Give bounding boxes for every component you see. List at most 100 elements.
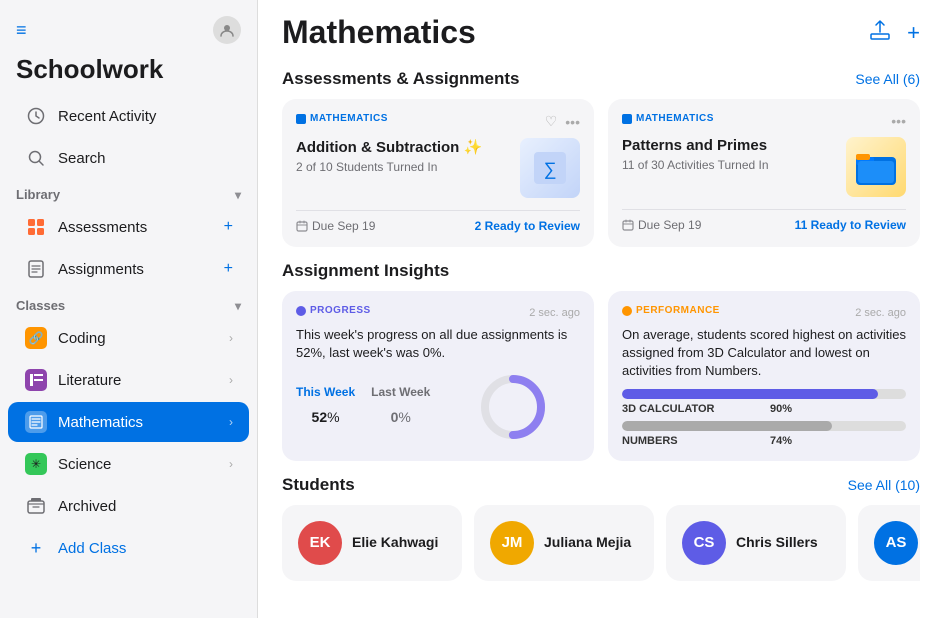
performance-text: On average, students scored highest on a…	[622, 326, 906, 381]
assignment-card-patterns[interactable]: MATHEMATICS ••• Patterns and Primes 11 o…	[608, 99, 920, 247]
science-icon: ✳	[24, 452, 48, 476]
add-assessment-button[interactable]: +	[224, 218, 233, 236]
card-info-2: Patterns and Primes 11 of 30 Activities …	[622, 137, 846, 172]
assessments-label: Assessments	[58, 219, 224, 236]
sidebar-item-recent-activity[interactable]: Recent Activity	[8, 96, 249, 136]
card-footer-1: Due Sep 19 2 Ready to Review	[296, 210, 580, 233]
progress-text: This week's progress on all due assignme…	[296, 326, 580, 362]
add-assignment-button[interactable]: +	[224, 260, 233, 278]
prog-pct-1: 90%	[770, 403, 800, 415]
card-subtitle-2: 11 of 30 Activities Turned In	[622, 158, 846, 172]
sidebar-item-coding[interactable]: 🔗 Coding ›	[8, 318, 249, 358]
this-week-stat: This Week 52%	[296, 385, 355, 429]
progress-time: 2 sec. ago	[529, 307, 580, 319]
main-content: Mathematics + Assessments & Assignments …	[258, 0, 944, 618]
progress-type-label: PROGRESS	[296, 305, 371, 316]
coding-icon: 🔗	[24, 326, 48, 350]
sidebar: ≡ Schoolwork Recent Activity Search Libr…	[0, 0, 258, 618]
performance-header: PERFORMANCE 2 sec. ago	[622, 305, 906, 320]
sidebar-item-archived[interactable]: Archived	[8, 486, 249, 526]
mathematics-icon	[24, 410, 48, 434]
assignments-see-all[interactable]: See All (6)	[855, 71, 920, 87]
card-title-1: Addition & Subtraction ✨	[296, 138, 520, 156]
more-icon[interactable]: •••	[565, 114, 580, 130]
card-footer-2: Due Sep 19 11 Ready to Review	[622, 209, 906, 232]
assignments-section-title: Assessments & Assignments	[282, 69, 519, 89]
student-card-jm[interactable]: JM Juliana Mejia	[474, 505, 654, 581]
library-section-header: Library ▾	[0, 179, 257, 206]
add-class-icon: +	[24, 536, 48, 560]
card-title-2: Patterns and Primes	[622, 137, 846, 154]
student-name-ek: Elie Kahwagi	[352, 534, 438, 551]
prog-bar-fill-1	[622, 389, 878, 399]
card-review-2[interactable]: 11 Ready to Review	[795, 218, 906, 232]
student-avatar-as: AS	[874, 521, 918, 565]
card-thumbnail-1: ∑	[520, 138, 580, 198]
sidebar-item-mathematics[interactable]: Mathematics ›	[8, 402, 249, 442]
sidebar-item-add-class[interactable]: + Add Class	[8, 528, 249, 568]
student-name-cs: Chris Sillers	[736, 534, 818, 551]
card-body-2: Patterns and Primes 11 of 30 Activities …	[622, 137, 906, 197]
page-title: Mathematics	[282, 14, 476, 51]
last-week-stat: Last Week 0%	[371, 385, 430, 429]
library-chevron-icon[interactable]: ▾	[235, 188, 241, 202]
card-subject-2: MATHEMATICS	[622, 113, 714, 124]
user-avatar-button[interactable]	[213, 16, 241, 44]
sidebar-toggle-icon[interactable]: ≡	[16, 20, 27, 41]
performance-bars: 3D CALCULATOR 90% NUMBERS 74%	[622, 389, 906, 447]
performance-time: 2 sec. ago	[855, 307, 906, 319]
prog-pct-2: 74%	[770, 435, 800, 447]
assignment-card-addition[interactable]: MATHEMATICS ♡ ••• Addition & Subtraction…	[282, 99, 594, 247]
last-week-label: Last Week	[371, 385, 430, 399]
prog-bar-bg-1	[622, 389, 906, 399]
classes-chevron-icon[interactable]: ▾	[235, 299, 241, 313]
assignments-icon	[24, 257, 48, 281]
science-chevron-icon: ›	[229, 457, 233, 471]
prog-label-2: NUMBERS	[622, 435, 762, 447]
sidebar-item-search[interactable]: Search	[8, 138, 249, 178]
literature-chevron-icon: ›	[229, 373, 233, 387]
performance-insight-card: PERFORMANCE 2 sec. ago On average, stude…	[608, 291, 920, 461]
student-card-cs[interactable]: CS Chris Sillers	[666, 505, 846, 581]
students-section-header: Students See All (10)	[282, 475, 920, 495]
performance-dot	[622, 306, 632, 316]
last-week-value: 0%	[371, 401, 430, 429]
progress-dot	[296, 306, 306, 316]
archived-icon	[24, 494, 48, 518]
upload-button[interactable]	[869, 19, 891, 47]
card-subject-1: MATHEMATICS	[296, 113, 388, 124]
card-due-2: Due Sep 19	[622, 218, 701, 232]
this-week-label: This Week	[296, 385, 355, 399]
progress-body: This Week 52% Last Week 0%	[296, 372, 580, 442]
card-review-1[interactable]: 2 Ready to Review	[475, 219, 580, 233]
subject-icon-2	[622, 114, 632, 124]
search-icon	[24, 146, 48, 170]
sidebar-item-assessments[interactable]: Assessments +	[8, 207, 249, 247]
students-see-all[interactable]: See All (10)	[848, 477, 920, 493]
insights-section-header: Assignment Insights	[282, 261, 920, 281]
literature-label: Literature	[58, 372, 229, 389]
card-actions-2: •••	[891, 113, 906, 129]
assessments-icon	[24, 215, 48, 239]
clock-icon	[24, 104, 48, 128]
progress-insight-card: PROGRESS 2 sec. ago This week's progress…	[282, 291, 594, 461]
card-due-1: Due Sep 19	[296, 219, 375, 233]
add-button[interactable]: +	[907, 20, 920, 46]
heart-icon[interactable]: ♡	[545, 113, 558, 130]
assignments-section-header: Assessments & Assignments See All (6)	[282, 69, 920, 89]
card-thumbnail-2	[846, 137, 906, 197]
assignment-cards-row: MATHEMATICS ♡ ••• Addition & Subtraction…	[282, 99, 920, 247]
prog-bar-fill-2	[622, 421, 832, 431]
student-card-as[interactable]: AS Abbi Stein	[858, 505, 920, 581]
sidebar-top: ≡	[0, 12, 257, 54]
archived-label: Archived	[58, 498, 233, 515]
recent-activity-label: Recent Activity	[58, 108, 233, 125]
sidebar-item-science[interactable]: ✳ Science ›	[8, 444, 249, 484]
subject-icon-1	[296, 114, 306, 124]
sidebar-item-literature[interactable]: Literature ›	[8, 360, 249, 400]
students-row: EK Elie Kahwagi JM Juliana Mejia CS Chri…	[282, 505, 920, 581]
sidebar-item-assignments[interactable]: Assignments +	[8, 249, 249, 289]
prog-bar-bg-2	[622, 421, 906, 431]
student-card-ek[interactable]: EK Elie Kahwagi	[282, 505, 462, 581]
more-icon-2[interactable]: •••	[891, 113, 906, 129]
